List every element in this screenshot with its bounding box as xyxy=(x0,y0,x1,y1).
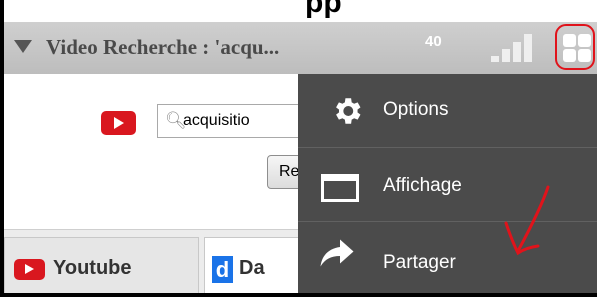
window-icon xyxy=(321,174,359,202)
collapse-triangle-icon[interactable] xyxy=(14,40,32,53)
bottom-border xyxy=(0,293,597,297)
signal-bars-icon xyxy=(491,32,539,62)
result-count: 40 xyxy=(425,33,442,50)
tab-youtube[interactable]: Youtube xyxy=(4,237,199,294)
youtube-tab-icon xyxy=(14,259,45,280)
search-input[interactable] xyxy=(183,110,303,132)
youtube-logo-icon xyxy=(101,111,136,135)
gear-icon xyxy=(336,98,361,124)
grid-square xyxy=(578,49,591,62)
menu-grid-button[interactable] xyxy=(555,24,595,70)
menu-item-label: Partager xyxy=(383,252,456,273)
menu-item-label: Affichage xyxy=(383,175,462,196)
screenshot-frame: pp Video Recherche : 'acqu... 40 🔍︎ Re Y… xyxy=(0,0,597,297)
top-partial-text: pp xyxy=(305,0,342,19)
menu-item-options[interactable]: Options xyxy=(298,74,597,147)
red-annotation-arrow xyxy=(504,185,550,256)
grid-square xyxy=(563,34,576,47)
grid-square xyxy=(563,49,576,62)
tab-label: Da xyxy=(239,257,265,279)
left-border xyxy=(0,0,4,297)
widget-title: Video Recherche : 'acqu... xyxy=(46,35,280,59)
menu-item-label: Options xyxy=(383,99,449,120)
tab-label: Youtube xyxy=(53,257,132,279)
search-box[interactable]: 🔍︎ xyxy=(157,104,307,138)
top-strip: pp xyxy=(0,0,597,22)
widget-header: Video Recherche : 'acqu... 40 xyxy=(4,22,597,74)
dailymotion-tab-icon: d xyxy=(212,256,233,283)
share-arrow-icon xyxy=(320,239,354,267)
grid-square xyxy=(578,34,591,47)
